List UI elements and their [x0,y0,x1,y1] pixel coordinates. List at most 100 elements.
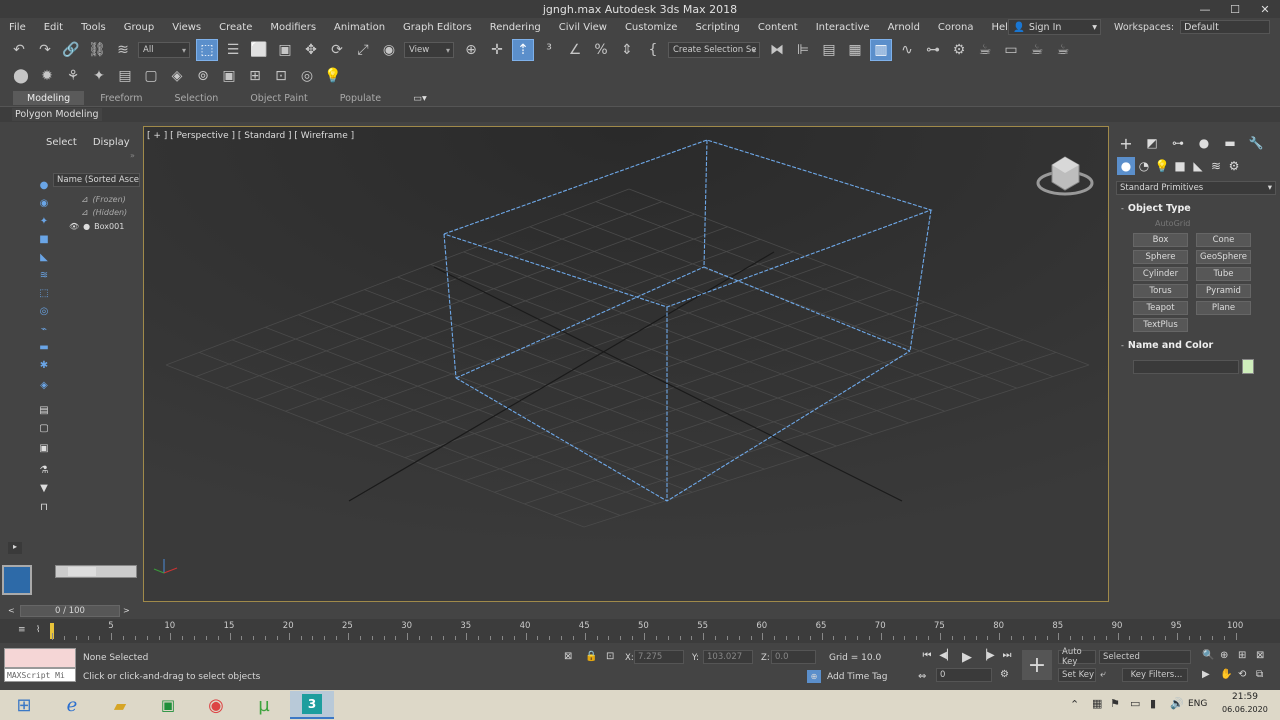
lights-icon[interactable]: 💡 [1153,157,1171,175]
eye-icon[interactable]: ◎ [296,65,318,87]
placement-icon[interactable]: ◉ [378,39,400,61]
minimize-button[interactable]: — [1190,0,1220,18]
display-xrefs-icon[interactable]: ⌁ [36,321,52,337]
viewport-layout-icon[interactable] [2,565,32,595]
next-frame-icon[interactable]: > [123,606,130,615]
angle-snap-icon[interactable]: ∠ [564,39,586,61]
workspace-dropdown[interactable]: Default [1180,20,1271,34]
display-invert-icon[interactable]: ▣ [36,440,52,456]
absolute-mode-icon[interactable]: ⊡ [606,651,614,662]
autogrid-checkbox[interactable]: AutoGrid [1155,219,1190,228]
viewport-canvas[interactable] [144,127,1109,602]
expand-icon[interactable]: » [130,151,135,160]
menu-create[interactable]: Create [210,22,261,33]
menu-tools[interactable]: Tools [72,22,115,33]
geosphere-button[interactable]: GeoSphere [1196,250,1251,264]
display-tab-icon[interactable]: ▬ [1219,134,1241,152]
display-all-icon[interactable]: ▤ [36,402,52,418]
menu-modifiers[interactable]: Modifiers [261,22,325,33]
volume-icon[interactable]: 🔊 [1170,697,1184,710]
select-object-icon[interactable]: ⬚ [196,39,218,61]
isolate-selection-icon[interactable]: ⊠ [564,651,572,662]
scale-icon[interactable]: ⤢ [352,39,374,61]
clock-time[interactable]: 21:59 [1232,692,1258,702]
create-tab-icon[interactable]: + [1115,134,1137,153]
motion-tab-icon[interactable]: ● [1193,134,1215,152]
geometry-icon[interactable]: ● [1117,157,1135,175]
utorrent-icon[interactable]: µ [242,691,286,719]
scene-tab-select[interactable]: Select [46,137,77,148]
textplus-button[interactable]: TextPlus [1133,318,1188,332]
ribbon-options-icon[interactable]: ▭▾ [397,93,443,104]
display-geometry-icon[interactable]: ◉ [36,195,52,211]
display-none-all-icon[interactable]: ▢ [36,420,52,436]
lock-icon[interactable]: ⊓ [36,499,52,515]
maximize-button[interactable]: ☐ [1220,0,1250,18]
keyboard-shortcut-override-icon[interactable]: ⇡ [512,39,534,61]
flag-icon[interactable]: ⚑ [1110,697,1120,710]
scene-row-hidden[interactable]: ⊿ (Hidden) [53,206,138,219]
windows-start-icon[interactable]: ⊞ [2,691,46,719]
teapot-button[interactable]: Teapot [1133,301,1188,315]
particle-icon[interactable]: ◈ [166,65,188,87]
zoom-all-icon[interactable]: ⊕ [1220,650,1228,661]
pyramid-button[interactable]: Pyramid [1196,284,1251,298]
display-helpers-icon[interactable]: ≋ [36,267,52,283]
display-icon[interactable]: ▣ [218,65,240,87]
tab-freeform[interactable]: Freeform [84,93,158,104]
systems-icon[interactable]: ⚙ [1225,157,1243,175]
menu-corona[interactable]: Corona [929,22,983,33]
menu-interactive[interactable]: Interactive [807,22,879,33]
maximize-viewport-icon[interactable]: ⧉ [1256,669,1263,680]
shapes-icon[interactable]: ◔ [1135,157,1153,175]
tab-selection[interactable]: Selection [159,93,235,104]
object-color-swatch[interactable] [1242,359,1254,374]
undo-icon[interactable]: ↶ [8,39,30,61]
chevron-up-icon[interactable]: ⌃ [1070,698,1079,711]
spinner-snap-icon[interactable]: ⇕ [616,39,638,61]
rotate-icon[interactable]: ⟳ [326,39,348,61]
polygon-modeling-panel[interactable]: Polygon Modeling [12,108,102,121]
filter-icon[interactable]: ▼ [36,480,52,496]
scene-explorer-icon[interactable]: ▥ [870,39,892,61]
display-containers-icon[interactable]: ✱ [36,357,52,373]
link-icon[interactable]: 🔗 [60,39,82,61]
set-key-big-button[interactable]: + [1022,650,1052,680]
x-coordinate-field[interactable]: 7.275 [634,650,684,664]
display-warps-icon[interactable]: ⬚ [36,285,52,301]
scene-tab-display[interactable]: Display [93,137,130,148]
cylinder-button[interactable]: Cylinder [1133,267,1188,281]
z-coordinate-field[interactable]: 0.0 [771,650,816,664]
key-tangent-icon[interactable]: ⤶ [1100,669,1106,680]
play-animation-icon[interactable]: ▶ [958,650,976,665]
key-mode-dropdown[interactable]: Selected [1099,650,1191,664]
render-production-icon[interactable]: ☕ [1026,39,1048,61]
display-lights-icon[interactable]: ■ [36,231,52,247]
align-icon[interactable]: ⊫ [792,39,814,61]
key-mode-icon[interactable]: ⇔ [918,671,926,682]
tab-populate[interactable]: Populate [324,93,397,104]
name-color-rollout-header[interactable]: - Name and Color [1121,340,1213,351]
display-shapes-icon[interactable]: ✦ [36,213,52,229]
zoom-extents-all-icon[interactable]: ⊠ [1256,650,1264,661]
material-editor-icon[interactable]: ⚙ [948,39,970,61]
modify-tab-icon[interactable]: ◩ [1141,134,1163,152]
spacewarps-icon[interactable]: ≋ [1207,157,1225,175]
menu-group[interactable]: Group [115,22,163,33]
pivot-icon[interactable]: ⊕ [460,39,482,61]
helper-icon[interactable]: ✦ [88,65,110,87]
store-icon[interactable]: ▣ [146,691,190,719]
close-button[interactable]: ✕ [1250,0,1280,18]
menu-edit[interactable]: Edit [35,22,72,33]
3ds-max-taskbar-button[interactable]: 3 [290,691,334,719]
reactor-icon[interactable]: ⊚ [192,65,214,87]
percent-snap-icon[interactable]: % [590,39,612,61]
menu-arnold[interactable]: Arnold [879,22,929,33]
box-button[interactable]: Box [1133,233,1188,247]
display-none-icon[interactable]: ● [36,177,52,193]
y-coordinate-field[interactable]: 103.027 [703,650,753,664]
window-crossing-icon[interactable]: ▣ [274,39,296,61]
battery-icon[interactable]: ▭ [1130,697,1140,710]
select-by-name-icon[interactable]: ☰ [222,39,244,61]
reference-coordinate-dropdown[interactable]: View [404,42,454,58]
